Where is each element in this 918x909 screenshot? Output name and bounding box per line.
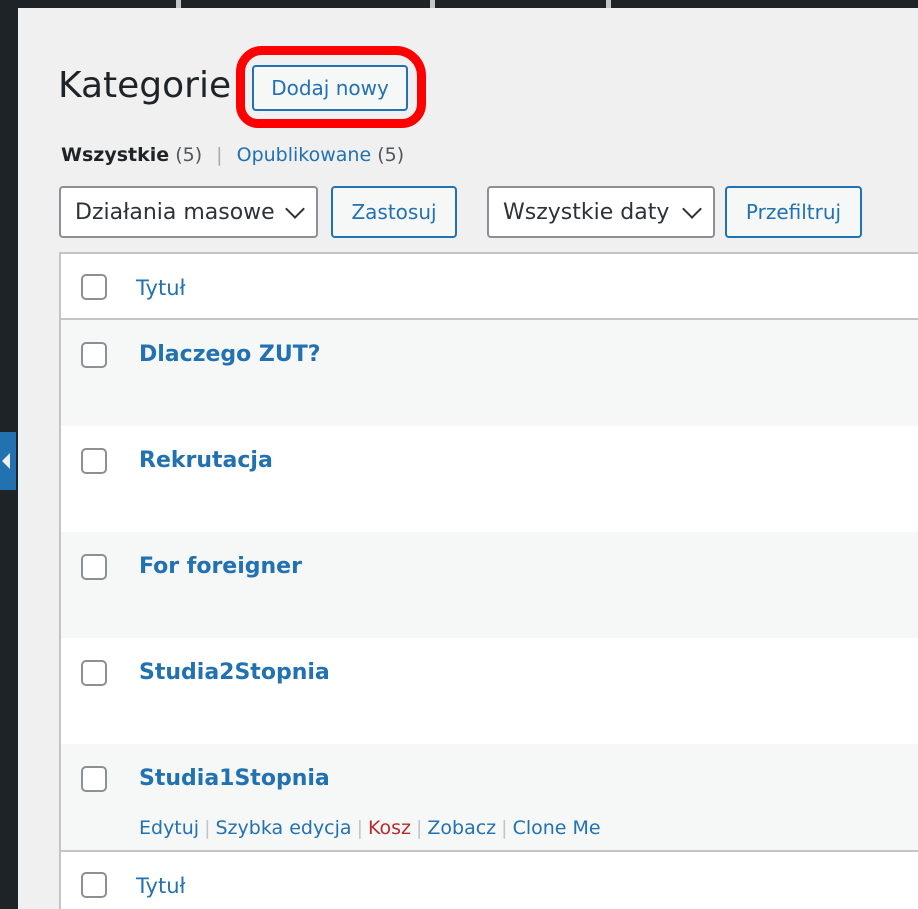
filter-all-link[interactable]: Wszystkie: [61, 144, 169, 166]
view-link[interactable]: Zobacz: [427, 817, 496, 839]
row-title-link[interactable]: Studia1Stopnia: [139, 766, 330, 791]
table-row: Rekrutacja: [61, 426, 918, 532]
filter-published-link[interactable]: Opublikowane: [237, 144, 372, 166]
top-strip-mark: [176, 0, 181, 8]
trash-link[interactable]: Kosz: [368, 817, 411, 839]
row-action-separator: |: [204, 817, 211, 839]
table-row: Dlaczego ZUT?: [61, 320, 918, 426]
top-strip-mark: [430, 0, 435, 8]
filter-button[interactable]: Przefiltruj: [725, 186, 862, 238]
table-row: Studia2Stopnia: [61, 638, 918, 744]
table-footer: Tytuł: [61, 850, 918, 909]
apply-button[interactable]: Zastosuj: [331, 186, 457, 238]
select-all-checkbox-footer[interactable]: [81, 872, 107, 898]
status-filter-nav: Wszystkie (5) | Opublikowane (5): [61, 144, 404, 166]
collapse-arrow-icon[interactable]: [0, 432, 16, 490]
dates-filter-select[interactable]: Wszystkie daty: [487, 186, 715, 238]
dates-filter-value: Wszystkie daty: [503, 199, 670, 225]
quick-edit-link[interactable]: Szybka edycja: [216, 817, 352, 839]
page-title: Kategorie: [58, 65, 232, 106]
row-checkbox[interactable]: [81, 766, 107, 792]
row-action-separator: |: [356, 817, 363, 839]
row-actions: Edytuj | Szybka edycja | Kosz | Zobacz | Clone M…: [139, 817, 601, 839]
add-new-button[interactable]: Dodaj nowy: [252, 65, 408, 111]
row-action-separator: |: [501, 817, 508, 839]
main-content: Kategorie Dodaj nowy Wszystkie (5) | Opu…: [18, 8, 918, 909]
bulk-actions-value: Działania masowe: [75, 199, 275, 225]
bulk-actions-select[interactable]: Działania masowe: [59, 186, 318, 238]
row-title-link[interactable]: Dlaczego ZUT?: [139, 342, 321, 367]
table-row: For foreigner: [61, 532, 918, 638]
row-title-link[interactable]: Rekrutacja: [139, 448, 273, 473]
filter-all-count: (5): [175, 144, 203, 166]
row-checkbox[interactable]: [81, 554, 107, 580]
chevron-down-icon: [682, 199, 702, 219]
edit-link[interactable]: Edytuj: [139, 817, 199, 839]
row-title-link[interactable]: For foreigner: [139, 554, 302, 579]
row-checkbox[interactable]: [81, 448, 107, 474]
chevron-down-icon: [285, 199, 305, 219]
row-checkbox[interactable]: [81, 342, 107, 368]
table-header: Tytuł: [61, 254, 918, 320]
posts-table: Tytuł Dlaczego ZUT? Rekrutacja For forei…: [59, 252, 918, 909]
column-title-sort[interactable]: Tytuł: [136, 276, 186, 300]
select-all-checkbox[interactable]: [81, 274, 107, 300]
filter-separator: |: [216, 144, 223, 166]
row-action-separator: |: [415, 817, 423, 839]
top-strip-mark: [606, 0, 611, 8]
row-title-link[interactable]: Studia2Stopnia: [139, 660, 330, 685]
filter-published-count: (5): [377, 144, 405, 166]
table-row: Studia1Stopnia Edytuj | Szybka edycja | Kosz…: [61, 744, 918, 850]
top-strip: [0, 0, 918, 8]
column-title-sort-footer[interactable]: Tytuł: [136, 874, 186, 898]
row-checkbox[interactable]: [81, 660, 107, 686]
clone-link[interactable]: Clone Me: [513, 817, 601, 839]
